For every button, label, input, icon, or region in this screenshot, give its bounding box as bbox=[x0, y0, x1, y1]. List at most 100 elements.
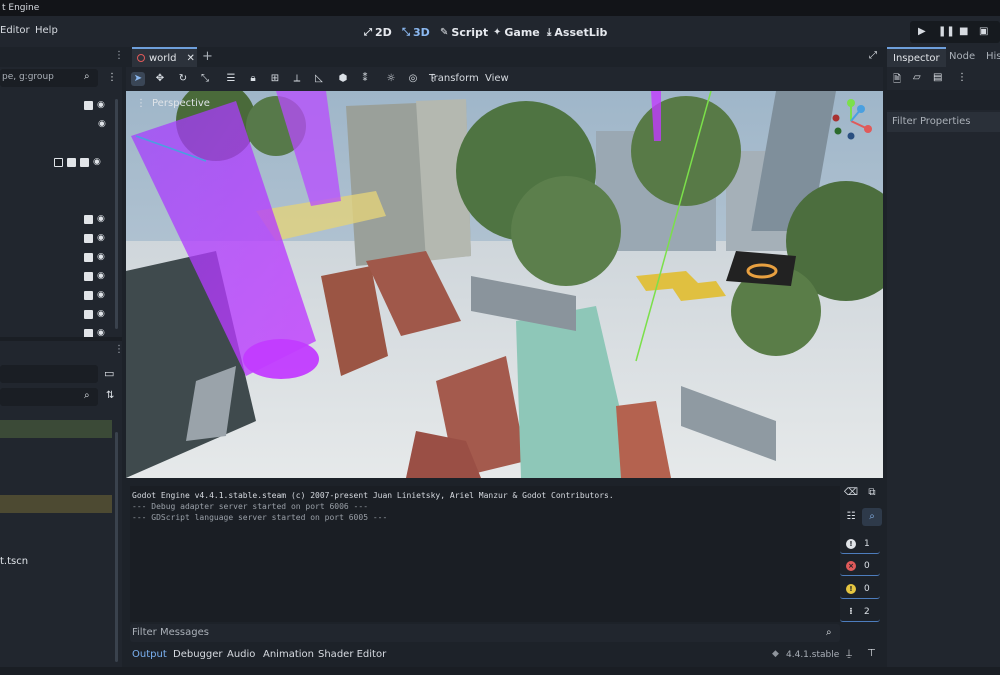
visibility-eye-icon[interactable]: ◉ bbox=[98, 119, 106, 129]
lock-icon[interactable]: 🔒︎ bbox=[246, 72, 260, 86]
clapper-icon[interactable] bbox=[84, 271, 93, 281]
scene-options-icon[interactable]: ⋮ bbox=[107, 72, 117, 83]
tree-row[interactable]: ◉ bbox=[84, 290, 105, 300]
dock-splitter[interactable] bbox=[0, 337, 122, 341]
inspector-menu-icon[interactable]: ⋮ bbox=[957, 72, 967, 83]
filter-info-toggle[interactable]: ⁝ 2 bbox=[840, 602, 880, 622]
play-icon[interactable]: ▶ bbox=[918, 26, 926, 37]
visibility-eye-icon[interactable]: ◉ bbox=[97, 309, 105, 319]
close-icon[interactable]: ✕ bbox=[187, 53, 195, 64]
file-row-highlight[interactable] bbox=[0, 420, 112, 438]
clapper-icon[interactable] bbox=[84, 290, 93, 300]
filesystem-scrollbar[interactable] bbox=[115, 432, 118, 662]
clapper-icon[interactable] bbox=[84, 252, 93, 262]
filter-errors-toggle[interactable]: × 0 bbox=[840, 556, 880, 576]
scale-tool-icon[interactable]: ⤡ bbox=[198, 72, 212, 86]
tree-row[interactable]: ◉ bbox=[84, 252, 105, 262]
script-badge-icon[interactable] bbox=[84, 100, 93, 110]
viewport-menu-icon[interactable]: ⋮ bbox=[136, 98, 146, 109]
split-view-icon[interactable]: ▭ bbox=[104, 367, 114, 380]
move-tool-icon[interactable]: ✥ bbox=[153, 72, 167, 86]
filter-messages-toggle[interactable]: ! 1 bbox=[840, 534, 880, 554]
tab-output[interactable]: Output bbox=[132, 649, 167, 660]
stop-icon[interactable]: ■ bbox=[959, 26, 968, 37]
environment-icon[interactable]: ◎ bbox=[406, 72, 420, 86]
view-menu[interactable]: View bbox=[485, 73, 509, 84]
tab-shader-editor[interactable]: Shader Editor bbox=[318, 649, 386, 660]
remote-debug-icon[interactable]: ▣ bbox=[979, 26, 988, 37]
tab-inspector[interactable]: Inspector bbox=[887, 47, 946, 67]
workspace-assetlib-button[interactable]: ⤓ AssetLib bbox=[547, 23, 607, 41]
search-icon[interactable]: ⌕ bbox=[862, 508, 882, 526]
sun-icon[interactable]: ☼ bbox=[384, 72, 398, 86]
filter-messages-input[interactable]: Filter Messages ⌕ bbox=[130, 624, 840, 642]
menu-help[interactable]: Help bbox=[35, 25, 58, 36]
filter-warnings-toggle[interactable]: ! 0 bbox=[840, 579, 880, 599]
distraction-free-icon[interactable]: ⤢ bbox=[869, 50, 877, 61]
workspace-2d-button[interactable]: ⤢ 2D bbox=[364, 23, 392, 41]
tree-row[interactable]: ◉ bbox=[84, 100, 105, 110]
visibility-eye-icon[interactable]: ◉ bbox=[97, 252, 105, 262]
scene-filter-input[interactable]: pe, g:group ⌕ bbox=[0, 69, 98, 87]
tree-row[interactable]: ◉ bbox=[84, 271, 105, 281]
perspective-menu[interactable]: ⋮ Perspective bbox=[136, 98, 210, 109]
tab-history[interactable]: His bbox=[980, 47, 1000, 67]
pin-icon[interactable]: ⍊ bbox=[846, 648, 852, 659]
copy-output-icon[interactable]: ⧉ bbox=[862, 484, 882, 502]
collapse-icon[interactable]: ☷ bbox=[841, 508, 861, 526]
snap-icon[interactable]: ⁑ bbox=[358, 72, 372, 86]
select-tool-icon[interactable]: ➤ bbox=[131, 72, 145, 86]
sort-icon[interactable]: ⇅ bbox=[106, 390, 114, 401]
tab-node[interactable]: Node bbox=[943, 47, 981, 67]
output-log[interactable]: Godot Engine v4.4.1.stable.steam (c) 200… bbox=[130, 486, 840, 622]
open-resource-icon[interactable]: ▱ bbox=[913, 72, 921, 83]
transform-menu[interactable]: Transform bbox=[429, 73, 479, 84]
group-icon[interactable] bbox=[54, 157, 63, 167]
3d-viewport[interactable]: ⋮ Perspective bbox=[126, 91, 883, 478]
dock-menu-icon[interactable]: ⋮ bbox=[114, 50, 124, 61]
list-select-icon[interactable]: ☰ bbox=[224, 72, 238, 86]
filesystem-menu-icon[interactable]: ⋮ bbox=[114, 344, 124, 355]
file-row-highlight[interactable] bbox=[0, 495, 112, 513]
workspace-3d-button[interactable]: ⤡ 3D bbox=[402, 23, 430, 41]
tree-row[interactable]: ◉ bbox=[84, 233, 105, 243]
file-label[interactable]: t.tscn bbox=[0, 556, 28, 567]
save-resource-icon[interactable]: ▤ bbox=[933, 72, 942, 83]
clapper-icon[interactable] bbox=[84, 233, 93, 243]
tree-row[interactable]: ◉ bbox=[84, 309, 105, 319]
clapper-icon[interactable] bbox=[84, 309, 93, 319]
measure-icon[interactable]: ◺ bbox=[312, 72, 326, 86]
tab-animation[interactable]: Animation bbox=[263, 649, 314, 660]
tree-row[interactable]: ◉ bbox=[54, 157, 101, 167]
pause-icon[interactable]: ❚❚ bbox=[938, 26, 955, 37]
workspace-script-button[interactable]: ✎ Script bbox=[440, 23, 488, 41]
expand-panel-icon[interactable]: ⊤ bbox=[867, 648, 876, 659]
local-space-icon[interactable]: ⬢ bbox=[336, 72, 350, 86]
scene-tree-scrollbar[interactable] bbox=[115, 99, 118, 329]
visibility-eye-icon[interactable]: ◉ bbox=[97, 100, 105, 110]
menu-editor[interactable]: Editor bbox=[0, 25, 30, 36]
tree-row[interactable]: ◉ bbox=[98, 119, 106, 129]
workspace-game-button[interactable]: ✦ Game bbox=[493, 23, 540, 41]
clapper-icon[interactable] bbox=[67, 157, 76, 167]
visibility-eye-icon[interactable]: ◉ bbox=[93, 157, 101, 167]
new-resource-icon[interactable]: 🗎︎ bbox=[893, 72, 901, 89]
clear-output-icon[interactable]: ⌫ bbox=[841, 484, 861, 502]
clapper-icon[interactable] bbox=[84, 214, 93, 224]
script-badge-icon[interactable] bbox=[80, 157, 89, 167]
tab-audio[interactable]: Audio bbox=[227, 649, 255, 660]
tree-row[interactable]: ◉ bbox=[84, 214, 105, 224]
visibility-eye-icon[interactable]: ◉ bbox=[97, 233, 105, 243]
group-icon[interactable]: ⊞ bbox=[268, 72, 282, 86]
visibility-eye-icon[interactable]: ◉ bbox=[97, 290, 105, 300]
filter-properties-input[interactable]: Filter Properties bbox=[887, 112, 1000, 132]
rotate-tool-icon[interactable]: ↻ bbox=[176, 72, 190, 86]
visibility-eye-icon[interactable]: ◉ bbox=[97, 214, 105, 224]
add-scene-icon[interactable]: + bbox=[202, 49, 213, 64]
scene-tab-world[interactable]: world ✕ bbox=[132, 47, 197, 67]
visibility-eye-icon[interactable]: ◉ bbox=[97, 271, 105, 281]
tab-debugger[interactable]: Debugger bbox=[173, 649, 223, 660]
ruler-icon[interactable]: ⟂ bbox=[290, 72, 304, 86]
filesystem-path-input[interactable] bbox=[0, 365, 98, 383]
filesystem-filter-input[interactable]: ⌕ bbox=[0, 388, 98, 406]
